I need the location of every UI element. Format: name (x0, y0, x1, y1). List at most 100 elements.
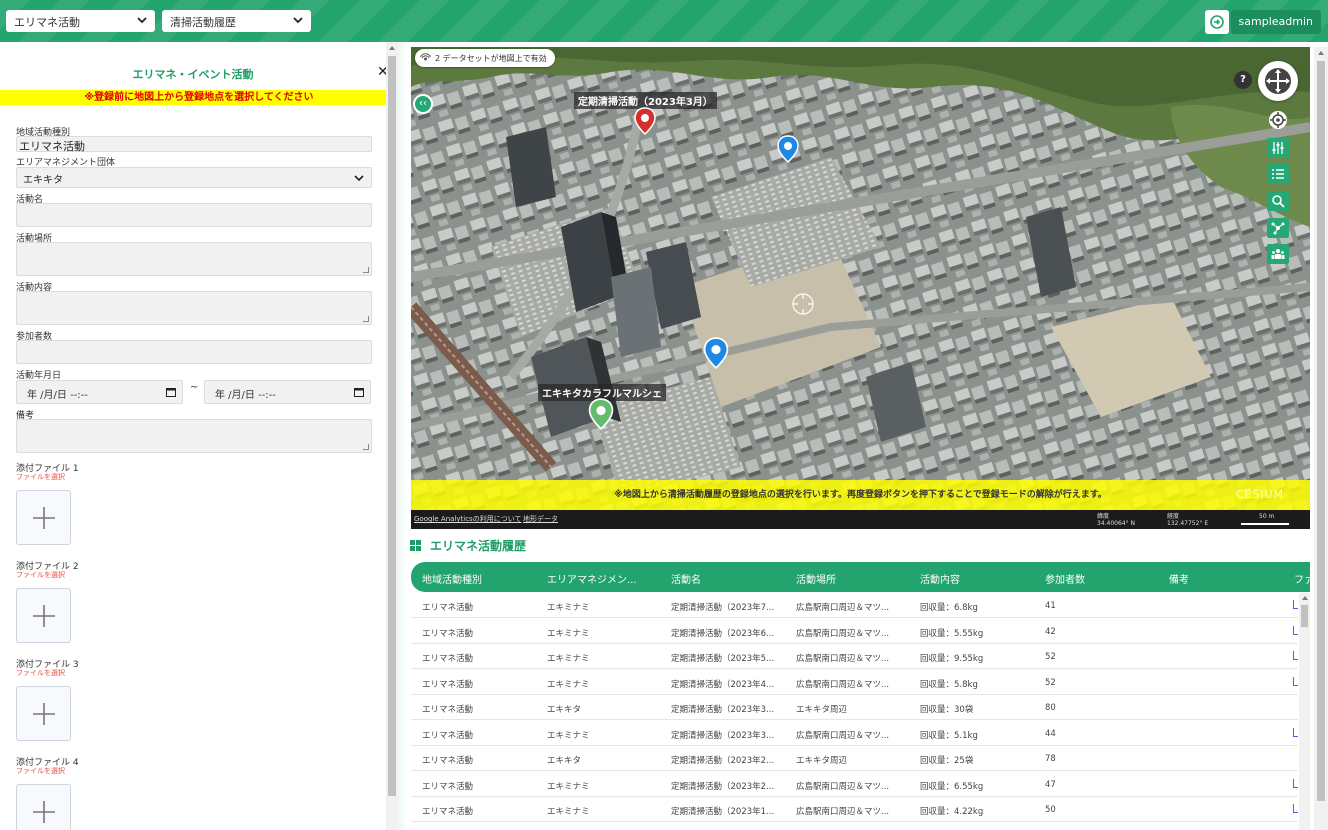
file-2-upload-button[interactable] (16, 588, 71, 643)
table-scrollbar-thumb[interactable] (1301, 605, 1308, 627)
chevron-down-icon (137, 17, 147, 24)
analytics-link[interactable]: Google Analyticsの利用について (414, 514, 522, 524)
cell-name: 定期清掃活動（2023年2... (671, 781, 775, 792)
map-marker-blue-icon[interactable] (777, 135, 799, 163)
cell-participants: 42 (1045, 626, 1056, 637)
form-scrollbar-thumb[interactable] (388, 56, 396, 796)
activity-content-textarea[interactable] (16, 291, 372, 325)
user-menu[interactable]: sampleadmin (1204, 10, 1321, 34)
list-icon[interactable] (1267, 164, 1289, 184)
cell-org: エキミナミ (547, 781, 590, 792)
attachment-icon[interactable] (1293, 651, 1298, 660)
col-name[interactable]: 活動名 (671, 571, 701, 586)
col-org[interactable]: エリアマネジメン... (547, 571, 637, 586)
activity-type-value: エリマネ活動 (19, 140, 85, 153)
date-to-value: 年 /月/日 --:-- (215, 390, 276, 401)
col-type[interactable]: 地域活動種別 (422, 571, 482, 586)
form-title: エリマネ・イベント活動 (132, 68, 254, 81)
activity-form-panel: エリマネ・イベント活動 ✕ ※登録前に地図上から登録地点を選択してください 地域… (0, 42, 398, 830)
table-row[interactable]: エリマネ活動 エキミナミ 定期清掃活動（2023年5... 広島駅南口周辺＆マツ...… (411, 644, 1298, 669)
scale-bar (1241, 523, 1289, 525)
search-icon[interactable] (1267, 191, 1289, 211)
file-4-upload-button[interactable] (16, 784, 71, 830)
table-scrollbar[interactable] (1299, 593, 1310, 830)
notes-textarea[interactable] (16, 419, 372, 453)
cell-place: 広島駅南口周辺＆マツ... (796, 603, 890, 613)
map-marker-blue-icon[interactable] (703, 337, 729, 369)
activity-name-input[interactable] (16, 203, 372, 227)
table-row[interactable]: エリマネ活動 エキミナミ 定期清掃活動（2023年4... 広島駅南口周辺＆マツ...… (411, 670, 1298, 695)
file-3-upload-button[interactable] (16, 686, 71, 741)
attachment-icon[interactable] (1293, 600, 1298, 609)
cell-place: 広島駅南口周辺＆マツ... (796, 781, 890, 792)
date-to-input[interactable]: 年 /月/日 --:-- (204, 380, 371, 404)
collapse-panel-button[interactable]: ‹‹ (413, 94, 433, 114)
participants-input[interactable] (16, 340, 372, 364)
attachment-icon[interactable] (1293, 778, 1298, 788)
help-icon[interactable]: ? (1234, 71, 1252, 89)
date-from-input[interactable]: 年 /月/日 --:-- (16, 380, 183, 404)
col-participants[interactable]: 参加者数 (1045, 571, 1085, 586)
share-network-icon[interactable] (1267, 218, 1289, 238)
longitude-readout: 経度 132.47752° E (1167, 513, 1209, 527)
table-row[interactable]: エリマネ活動 エキミナミ 定期清掃活動（2023年3... 広島駅南口周辺＆マツ...… (411, 721, 1298, 746)
attachment-icon[interactable] (1293, 727, 1298, 737)
table-row[interactable]: エリマネ活動 エキミナミ 定期清掃活動（2023年1... 広島駅南口周辺＆マツ...… (411, 797, 1298, 822)
cell-place: エキキタ周辺 (796, 756, 848, 766)
form-warning: ※登録前に地図上から登録地点を選択してください (0, 90, 398, 105)
table-row[interactable]: エリマネ活動 エキミナミ 定期清掃活動（2023年2... 広島駅南口周辺＆マツ...… (411, 772, 1298, 797)
file-1-choose[interactable]: ファイルを選択 (16, 472, 65, 482)
filter-settings-icon[interactable] (1267, 138, 1289, 158)
logout-icon[interactable] (1204, 10, 1229, 34)
table-row[interactable]: エリマネ活動 エキキタ 定期清掃活動（2023年3... エキキタ周辺 回収量：30袋 8… (411, 695, 1298, 720)
map-marker-green-icon[interactable] (588, 398, 614, 430)
attachment-icon[interactable] (1293, 804, 1298, 813)
plus-icon (32, 506, 55, 529)
dataset-status-badge[interactable]: 2 データセットが地図上で有効 (415, 49, 555, 67)
attachment-icon[interactable] (1293, 676, 1298, 686)
category-select[interactable]: エリマネ活動 (6, 10, 155, 32)
col-place[interactable]: 活動場所 (796, 571, 836, 586)
col-notes[interactable]: 備考 (1169, 571, 1189, 586)
cell-participants: 50 (1045, 805, 1056, 815)
username-label[interactable]: sampleadmin (1230, 10, 1321, 34)
file-2-choose[interactable]: ファイルを選択 (16, 570, 65, 580)
date-range-separator: ~ (190, 382, 199, 393)
terrain-data-link[interactable]: 地形データ (523, 514, 558, 524)
map-marker-red-icon[interactable] (634, 107, 656, 135)
table-row[interactable]: エリマネ活動 エキキタ 定期清掃活動（2023年2... エキキタ周辺 回収量：25袋 7… (411, 746, 1298, 771)
cell-type: エリマネ活動 (422, 654, 474, 664)
users-icon[interactable] (1267, 244, 1289, 264)
file-3-choose[interactable]: ファイルを選択 (16, 668, 65, 678)
history-table-header: 地域活動種別 エリアマネジメン... 活動名 活動場所 活動内容 参加者数 備考… (411, 562, 1310, 592)
scale-label: 50 m (1259, 513, 1275, 520)
attachment-icon[interactable] (1293, 625, 1298, 635)
file-1-upload-button[interactable] (16, 490, 71, 545)
org-select[interactable]: エキキタ (16, 167, 372, 188)
table-row[interactable]: エリマネ活動 エキミナミ 定期清掃活動（2023年7... 広島駅南口周辺＆マツ...… (411, 593, 1298, 618)
calendar-icon[interactable] (166, 387, 176, 397)
file-4-choose[interactable]: ファイルを選択 (16, 766, 65, 776)
calendar-icon[interactable] (354, 387, 364, 397)
cell-participants: 41 (1045, 601, 1056, 611)
col-content[interactable]: 活動内容 (920, 571, 960, 586)
map-footer: Google Analyticsの利用について 地形データ 緯度 34.40064… (411, 510, 1310, 529)
col-files[interactable]: ファ (1294, 571, 1310, 586)
dataset-select[interactable]: 清掃活動履歴 (162, 10, 311, 32)
cell-name: 定期清掃活動（2023年7... (671, 603, 775, 613)
category-select-value: エリマネ活動 (14, 16, 80, 29)
navigation-compass[interactable] (1258, 61, 1298, 101)
cell-place: 広島駅南口周辺＆マツ... (796, 628, 890, 639)
page-scrollbar[interactable] (1314, 47, 1328, 830)
cell-content: 回収量：6.8kg (920, 603, 978, 613)
cell-name: 定期清掃活動（2023年1... (671, 807, 775, 817)
grid-icon (410, 540, 421, 551)
locate-icon[interactable] (1269, 111, 1287, 129)
page-scrollbar-thumb[interactable] (1317, 61, 1325, 801)
cell-type: エリマネ活動 (422, 705, 474, 715)
activity-place-textarea[interactable] (16, 242, 372, 276)
3d-map-view[interactable]: 2 データセットが地図上で有効 ‹‹ 定期清掃活動（2023年3月） エキキタカ… (411, 47, 1310, 529)
table-row[interactable]: エリマネ活動 エキミナミ 定期清掃活動（2023年6... 広島駅南口周辺＆マツ...… (411, 619, 1298, 644)
cell-participants: 80 (1045, 703, 1056, 713)
register-mode-banner: ※地図上から清掃活動履歴の登録地点の選択を行います。再度登録ボタンを押下すること… (411, 480, 1310, 510)
